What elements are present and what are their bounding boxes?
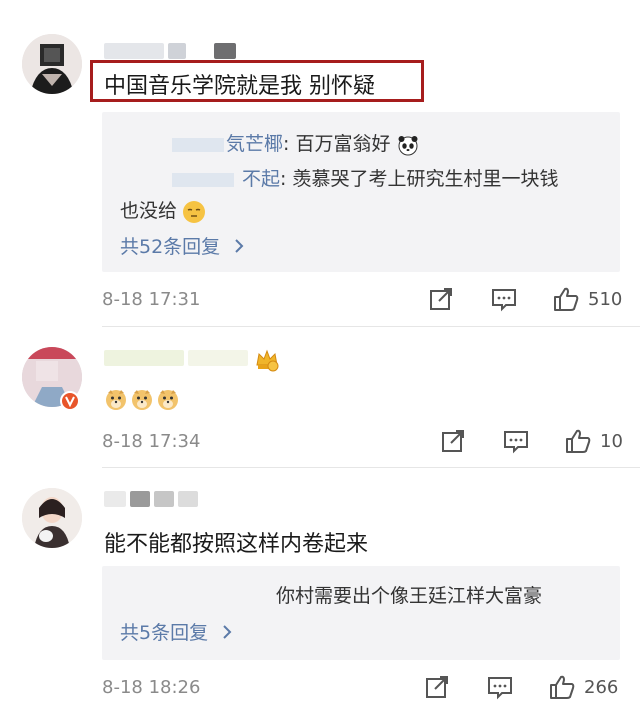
like-icon [566,429,591,453]
share-icon [430,288,452,310]
comment-3: 能不能都按照这样内卷起来 你村需要出个像王廷江样大富豪 共5条回复 8-18 1… [0,468,640,713]
reply-box: 気芒椰: 百万富翁好 不起: 羡慕哭了考上研究生村里一块钱 也没给 共52条回复 [102,112,620,272]
verified-badge-icon [60,391,80,411]
reply-line: 気芒椰: 百万富翁好 [172,129,419,156]
reply-box: 你村需要出个像王廷江样大富豪 共5条回复 [102,566,620,660]
timestamp: 8-18 17:31 [102,289,201,310]
comment-icon [492,289,516,312]
comment-icon [488,677,512,700]
timestamp: 8-18 17:34 [102,431,201,452]
reply-user[interactable]: 気芒椰 [226,133,283,155]
comment-icon [504,431,528,454]
share-button[interactable] [440,428,466,454]
share-icon [442,430,464,452]
timestamp: 8-18 18:26 [102,677,201,698]
doge-emoji-icon [132,390,152,410]
awkward-emoji-icon [183,200,206,223]
chevron-right-icon [222,623,232,645]
like-count: 510 [588,288,623,310]
like-count: 10 [600,430,623,452]
reply-line: 你村需要出个像王廷江样大富豪 [276,581,542,608]
like-button[interactable]: 10 [564,428,623,454]
like-icon [554,287,579,311]
meta-row: 8-18 17:34 10 [102,428,623,457]
share-icon [426,676,448,698]
reply-line-cont: 也没给 [120,196,206,223]
doge-emoji-icon [106,390,126,410]
reply-text: 你村需要出个像王廷江样大富豪 [276,585,543,607]
share-button[interactable] [424,674,450,700]
doge-emoji-icon [158,390,178,410]
username-blurred[interactable] [104,349,248,367]
username-blurred[interactable] [104,42,236,60]
doge-emoji-row [104,387,180,411]
vip-badge-icon [254,347,280,377]
like-count: 266 [584,676,619,698]
comment-2: 8-18 17:34 10 [0,327,640,468]
reply-text: 羡慕哭了考上研究生村里一块钱 [286,168,559,190]
comment-button[interactable] [502,428,530,454]
share-button[interactable] [428,286,454,312]
chevron-right-icon [234,237,244,259]
comment-1: 中国音乐学院就是我 别怀疑 気芒椰: 百万富翁好 不起: 羡慕哭了考上研究生村里… [0,0,640,327]
like-button[interactable]: 266 [548,674,618,700]
more-replies-label: 共52条回复 [120,236,221,258]
meta-row: 8-18 17:31 510 [102,286,622,315]
avatar[interactable] [22,34,82,94]
comment-button[interactable] [490,286,518,312]
more-replies-link[interactable]: 共5条回复 [120,618,232,645]
avatar[interactable] [22,488,82,548]
comment-text: 中国音乐学院就是我 别怀疑 [104,74,375,99]
reply-text: 百万富翁好 [289,133,391,155]
username-blurred[interactable] [104,490,198,508]
like-button[interactable]: 510 [552,286,622,312]
reply-user-blurred [172,137,224,152]
reply-user-blurred [172,172,234,187]
more-replies-link[interactable]: 共52条回复 [120,232,244,259]
comment-text: 能不能都按照这样内卷起来 [104,532,369,557]
comment-button[interactable] [486,674,514,700]
like-icon [550,675,575,699]
panda-emoji-icon [397,134,419,156]
reply-line: 不起: 羡慕哭了考上研究生村里一块钱 [172,164,558,191]
reply-text-cont: 也没给 [120,200,178,222]
more-replies-label: 共5条回复 [120,622,209,644]
meta-row: 8-18 18:26 266 [102,674,622,703]
reply-user[interactable]: 不起 [242,168,280,190]
